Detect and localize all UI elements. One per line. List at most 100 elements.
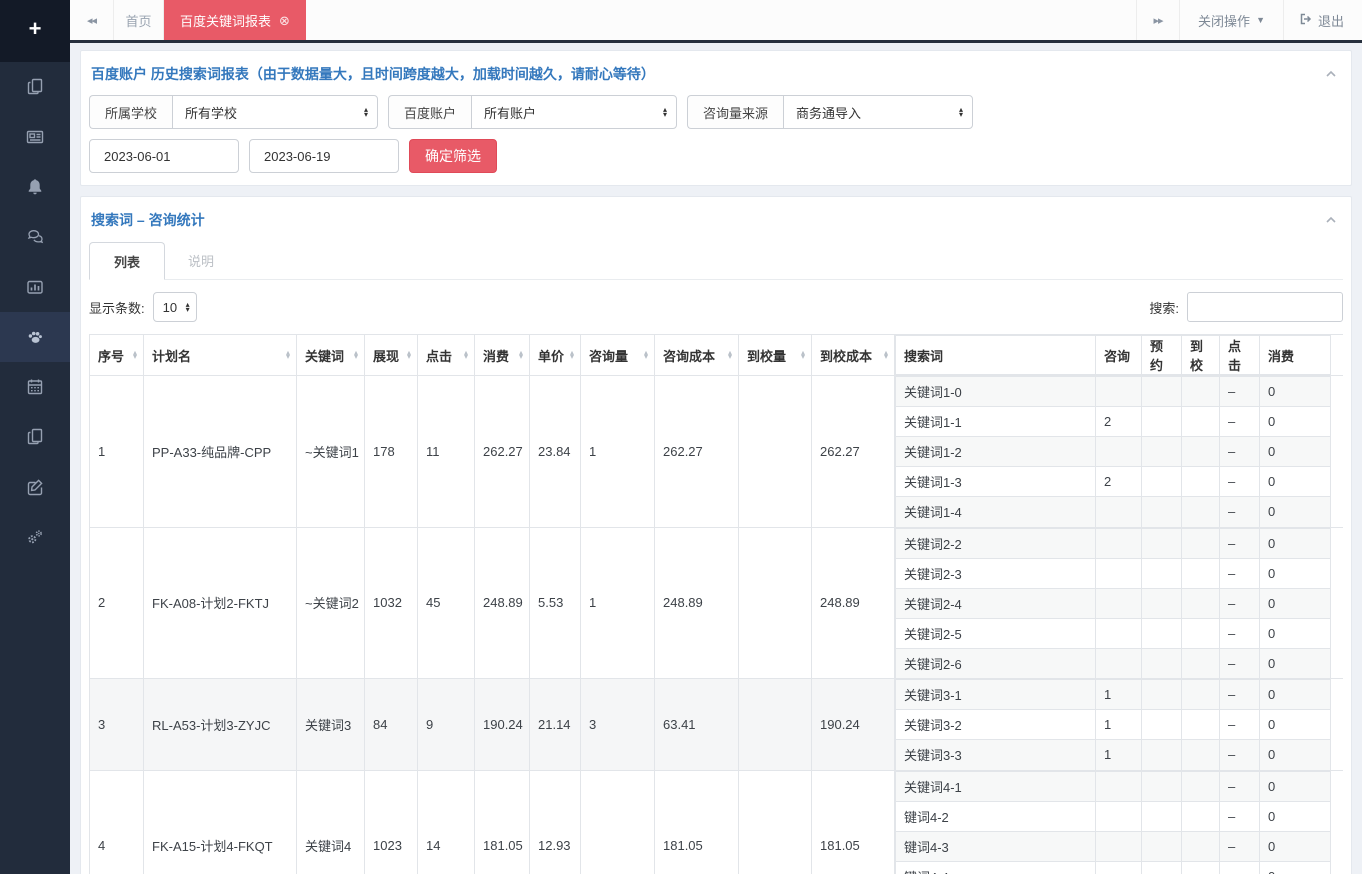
cell-arrivals <box>739 679 812 771</box>
school-select[interactable]: 所有学校 ▴▾ <box>172 95 378 129</box>
column-header[interactable]: 咨询成本 ▴▾ <box>655 335 739 376</box>
term-cell-arrive <box>1182 467 1220 497</box>
sidebar-item-documents[interactable] <box>0 62 70 112</box>
term-row: 关键词2-5–0 <box>896 618 1331 648</box>
term-row: 关键词1-0–0 <box>896 377 1331 407</box>
cell-impressions: 84 <box>365 679 418 771</box>
column-header[interactable]: 展现▴▾ <box>365 335 418 376</box>
sidebar-item-settings[interactable] <box>0 512 70 562</box>
column-header-label: 咨询成本 <box>663 346 715 365</box>
tab-home[interactable]: 首页 <box>114 0 164 40</box>
cell-plan: RL-A53-计划3-ZYJC <box>144 679 297 771</box>
column-header[interactable]: 到校成本▴▾ <box>812 335 895 376</box>
column-header[interactable]: 单价▴▾ <box>530 335 581 376</box>
term-cell-term: 关键词2-4 <box>896 588 1096 618</box>
source-select-value: 商务通导入 <box>796 103 861 122</box>
term-cell-click: – <box>1220 801 1260 831</box>
sidebar-item-baidu[interactable] <box>0 312 70 362</box>
logout-label: 退出 <box>1318 11 1344 30</box>
close-circle-icon[interactable]: ⊗ <box>279 14 290 27</box>
sidebar-item-files[interactable] <box>0 412 70 462</box>
sidebar-item-messages[interactable] <box>0 212 70 262</box>
term-cell-term: 关键词2-3 <box>896 558 1096 588</box>
term-cell-cost: 0 <box>1260 437 1331 467</box>
term-cell-cost: 0 <box>1260 861 1331 874</box>
term-row: 关键词1-12–0 <box>896 407 1331 437</box>
search-terms-table: 关键词3-11–0关键词3-21–0关键词3-31–0 <box>895 679 1331 770</box>
tab-baidu-keyword-report[interactable]: 百度关键词报表 ⊗ <box>164 0 306 40</box>
collapse-button[interactable] <box>1321 63 1341 85</box>
tab-info[interactable]: 说明 <box>165 241 237 279</box>
keyword-report-table: 序号▴▾计划名▴▾关键词▴▾展现▴▾点击▴▾消费▴▾单价▴▾咨询量▴▾ 咨询成本 ▴… <box>89 334 1343 874</box>
sidebar-nav <box>0 62 70 562</box>
logout-button[interactable]: 退出 <box>1284 0 1362 40</box>
tab-list[interactable]: 列表 <box>89 242 165 280</box>
term-header-table: 搜索词咨询预约到校点击消费 <box>895 335 1331 375</box>
sidebar-item-edit[interactable] <box>0 462 70 512</box>
cell-price: 21.14 <box>530 679 581 771</box>
term-cell-click: – <box>1220 467 1260 497</box>
source-select[interactable]: 商务通导入 ▴▾ <box>783 95 973 129</box>
logout-icon <box>1298 12 1312 29</box>
cell-cost: 190.24 <box>475 679 530 771</box>
cell-plan: PP-A33-纯品牌-CPP <box>144 376 297 528</box>
term-cell-inquiry <box>1096 588 1142 618</box>
term-cell-cost: 0 <box>1260 710 1331 740</box>
term-cell-term: 关键词4-1 <box>896 771 1096 801</box>
term-cell-reserve <box>1142 771 1182 801</box>
term-cell-inquiry: 2 <box>1096 467 1142 497</box>
sidebar-item-news[interactable] <box>0 112 70 162</box>
term-cell-inquiry: 2 <box>1096 407 1142 437</box>
sidebar-item-reports[interactable] <box>0 262 70 312</box>
column-header[interactable]: 计划名▴▾ <box>144 335 297 376</box>
term-cell-reserve <box>1142 588 1182 618</box>
account-filter-label: 百度账户 <box>388 95 471 129</box>
term-cell-term: 关键词2-6 <box>896 648 1096 678</box>
date-from-input[interactable] <box>89 139 239 173</box>
term-cell-click: – <box>1220 377 1260 407</box>
column-header[interactable]: 咨询量▴▾ <box>581 335 655 376</box>
cell-cost: 262.27 <box>475 376 530 528</box>
close-operations-dropdown[interactable]: 关闭操作 ▼ <box>1180 0 1284 40</box>
tabs-scroll-right-button[interactable]: ▸▸ <box>1136 0 1180 40</box>
term-cell-inquiry: 1 <box>1096 710 1142 740</box>
page-size-select[interactable]: 10 ▴▾ <box>153 292 197 322</box>
term-column-header: 咨询 <box>1096 336 1142 375</box>
column-header[interactable]: 点击▴▾ <box>418 335 475 376</box>
paw-icon <box>25 327 45 347</box>
copy-icon <box>25 77 45 97</box>
term-cell-term: 关键词1-1 <box>896 407 1096 437</box>
term-cell-cost: 0 <box>1260 648 1331 678</box>
sidebar-logo[interactable]: + <box>0 0 70 62</box>
sidebar: + <box>0 0 70 874</box>
column-header[interactable]: 消费▴▾ <box>475 335 530 376</box>
table-row: 1PP-A33-纯品牌-CPP~关键词117811262.2723.841262… <box>90 376 1344 528</box>
date-to-input[interactable] <box>249 139 399 173</box>
sort-icon: ▴▾ <box>728 351 732 360</box>
confirm-filter-button[interactable]: 确定筛选 <box>409 139 497 173</box>
account-select[interactable]: 所有账户 ▴▾ <box>471 95 677 129</box>
cell-seq: 2 <box>90 527 144 679</box>
term-cell-inquiry <box>1096 831 1142 861</box>
sidebar-item-notifications[interactable] <box>0 162 70 212</box>
column-header[interactable]: 到校量▴▾ <box>739 335 812 376</box>
term-header-cell: 搜索词咨询预约到校点击消费 <box>895 335 1344 376</box>
collapse-button[interactable] <box>1321 209 1341 231</box>
cell-arrival_cost: 190.24 <box>812 679 895 771</box>
search-input[interactable] <box>1187 292 1343 322</box>
sidebar-item-calendar[interactable] <box>0 362 70 412</box>
column-header[interactable]: 关键词▴▾ <box>297 335 365 376</box>
term-row: 关键词3-11–0 <box>896 680 1331 710</box>
column-header[interactable]: 序号▴▾ <box>90 335 144 376</box>
search-label: 搜索: <box>1149 298 1179 317</box>
term-cell-arrive <box>1182 771 1220 801</box>
term-cell-arrive <box>1182 831 1220 861</box>
term-row: 关键词3-21–0 <box>896 710 1331 740</box>
cell-arrival_cost: 262.27 <box>812 376 895 528</box>
tabs-scroll-left-button[interactable]: ◂◂ <box>70 0 114 40</box>
term-cell-arrive <box>1182 588 1220 618</box>
term-row: 关键词2-2–0 <box>896 528 1331 558</box>
select-arrows-icon: ▴▾ <box>364 107 368 117</box>
term-cell-cost: 0 <box>1260 771 1331 801</box>
term-cell-click: – <box>1220 680 1260 710</box>
